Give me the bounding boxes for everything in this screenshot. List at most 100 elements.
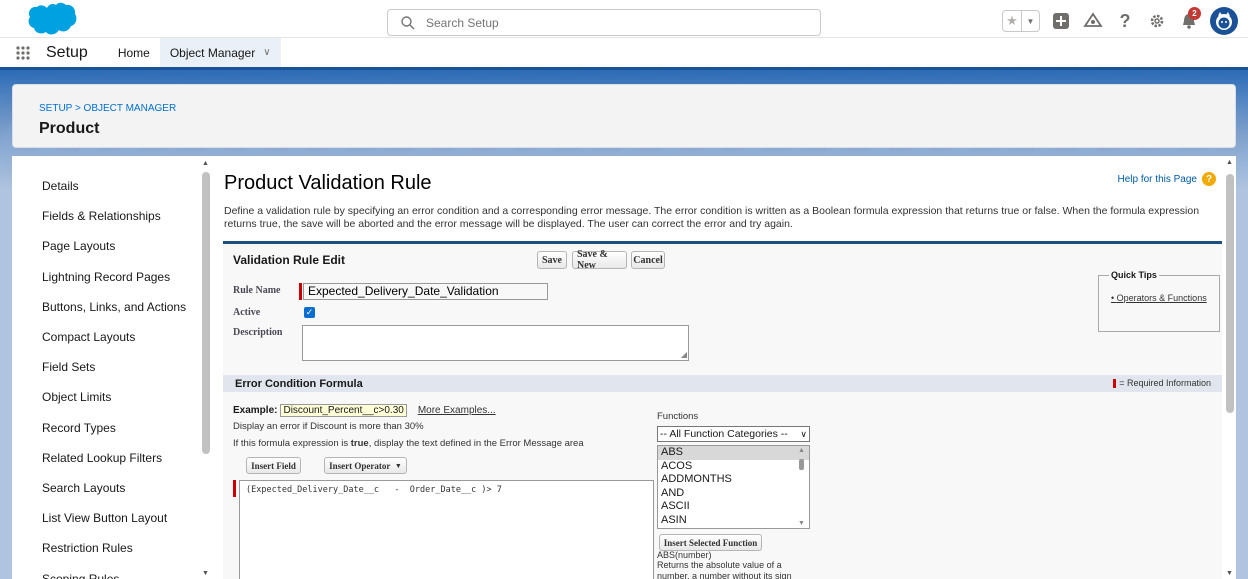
instruction-bold: true xyxy=(350,438,369,449)
tab-object-manager-label: Object Manager xyxy=(169,45,256,60)
function-list-scrollbar[interactable]: ▲ ▼ xyxy=(795,446,809,528)
formula-instruction: If this formula expression is true, disp… xyxy=(233,438,584,449)
user-avatar[interactable] xyxy=(1210,7,1238,35)
block-header: Validation Rule Edit Save Save & New Can… xyxy=(223,244,1222,272)
scroll-down-icon[interactable]: ▼ xyxy=(202,570,209,577)
chevron-down-icon[interactable]: ∨ xyxy=(263,47,270,58)
search-setup-box[interactable] xyxy=(387,9,821,36)
sidebar-item-record-types[interactable]: Record Types xyxy=(12,413,212,443)
example-row: Example: Discount_Percent__c>0.30 More E… xyxy=(233,404,496,417)
page-title: Product xyxy=(39,120,100,137)
sidebar-item-related-lookup-filters[interactable]: Related Lookup Filters xyxy=(12,443,212,473)
main-scroll-thumb[interactable] xyxy=(1226,174,1234,413)
star-icon[interactable]: ★ xyxy=(1003,11,1021,31)
notifications-bell-icon[interactable]: 2 xyxy=(1178,7,1201,32)
sidebar-item-lightning-record-pages[interactable]: Lightning Record Pages xyxy=(12,262,212,292)
help-for-page-link[interactable]: Help for this Page ? xyxy=(1117,172,1216,186)
object-sidebar: Details Fields & Relationships Page Layo… xyxy=(12,156,212,579)
function-item[interactable]: ASIN xyxy=(658,514,809,528)
function-category-select[interactable]: -- All Function Categories -- ∨ xyxy=(657,426,810,442)
tab-object-manager[interactable]: Object Manager ∨ xyxy=(159,38,281,70)
scroll-down-icon[interactable]: ▼ xyxy=(798,520,805,527)
sidebar-item-object-limits[interactable]: Object Limits xyxy=(12,382,212,412)
sidebar-item-details[interactable]: Details xyxy=(12,171,212,201)
help-question-icon: ? xyxy=(1202,172,1216,186)
dropdown-arrow-icon: ▼ xyxy=(394,461,402,470)
breadcrumb[interactable]: SETUP > OBJECT MANAGER xyxy=(39,103,1235,114)
sidebar-item-buttons-links-actions[interactable]: Buttons, Links, and Actions xyxy=(12,292,212,322)
favorites-group[interactable]: ★ ▼ xyxy=(1002,10,1040,32)
sidebar-item-page-layouts[interactable]: Page Layouts xyxy=(12,231,212,261)
save-and-new-button[interactable]: Save & New xyxy=(572,249,627,271)
sidebar-scrollbar[interactable]: ▲ ▼ xyxy=(200,158,212,579)
instruction-post: , display the text defined in the Error … xyxy=(368,438,584,449)
functions-label: Functions xyxy=(657,411,699,422)
rule-name-input[interactable]: Expected_Delivery_Date_Validation xyxy=(303,283,548,300)
sidebar-item-list-view-button-layout[interactable]: List View Button Layout xyxy=(12,503,212,533)
insert-selected-function-button[interactable]: Insert Selected Function xyxy=(659,534,762,551)
gear-icon[interactable] xyxy=(1146,10,1168,32)
active-checkbox[interactable]: ✓ xyxy=(304,307,315,318)
main-scrollbar[interactable]: ▲ ▼ xyxy=(1224,156,1236,579)
help-icon[interactable]: ? xyxy=(1114,10,1136,32)
quick-tips-box: Quick Tips • Operators & Functions xyxy=(1098,270,1220,332)
function-item[interactable]: ACOS xyxy=(658,460,809,474)
formula-editor[interactable]: (Expected_Delivery_Date__c - Order_Date_… xyxy=(239,480,654,579)
required-marker-icon xyxy=(1113,378,1117,388)
function-category-value: -- All Function Categories -- xyxy=(660,428,788,440)
error-condition-title: Error Condition Formula xyxy=(235,378,363,390)
insert-field-button[interactable]: Insert Field xyxy=(246,457,301,474)
example-code: Discount_Percent__c>0.30 xyxy=(280,404,407,417)
function-item[interactable]: AND xyxy=(658,487,809,501)
operators-functions-link[interactable]: • Operators & Functions xyxy=(1111,293,1207,303)
app-name: Setup xyxy=(46,43,88,61)
scroll-up-icon[interactable]: ▲ xyxy=(798,447,805,454)
save-button[interactable]: Save xyxy=(537,251,567,269)
object-header: SETUP > OBJECT MANAGER Product xyxy=(12,84,1236,148)
help-link-label: Help for this Page xyxy=(1117,173,1198,185)
function-list[interactable]: ABS ACOS ADDMONTHS AND ASCII ASIN ▲ ▼ xyxy=(657,445,810,529)
validation-rule-main: Product Validation Rule Help for this Pa… xyxy=(223,156,1222,579)
scroll-up-icon[interactable]: ▲ xyxy=(202,160,209,167)
global-header: ★ ▼ ? 2 xyxy=(0,0,1248,38)
notification-badge: 2 xyxy=(1188,7,1201,20)
more-examples-link[interactable]: More Examples... xyxy=(418,405,496,416)
content-card: Details Fields & Relationships Page Layo… xyxy=(12,156,1236,579)
sidebar-item-scoping-rules[interactable]: Scoping Rules xyxy=(12,563,212,579)
function-item[interactable]: ADDMONTHS xyxy=(658,473,809,487)
cancel-button[interactable]: Cancel xyxy=(631,251,665,269)
function-item[interactable]: ASCII xyxy=(658,500,809,514)
sidebar-item-restriction-rules[interactable]: Restriction Rules xyxy=(12,533,212,563)
sidebar-item-fields-relationships[interactable]: Fields & Relationships xyxy=(12,201,212,231)
search-icon xyxy=(401,15,415,29)
scroll-up-icon[interactable]: ▲ xyxy=(1226,159,1233,166)
instruction-pre: If this formula expression is xyxy=(233,438,351,449)
sidebar-scroll-thumb[interactable] xyxy=(202,172,210,454)
insert-operator-button[interactable]: Insert Operator ▼ xyxy=(324,457,407,474)
tab-home-label: Home xyxy=(117,45,150,60)
resize-grip-icon[interactable]: ◢ xyxy=(681,350,687,359)
app-launcher-icon[interactable] xyxy=(0,38,46,67)
favorites-dropdown-icon[interactable]: ▼ xyxy=(1021,11,1039,31)
validation-rule-edit-block: Validation Rule Edit Save Save & New Can… xyxy=(223,241,1222,579)
function-item[interactable]: ABS xyxy=(658,446,809,460)
tab-home[interactable]: Home xyxy=(108,38,160,67)
sidebar-item-compact-layouts[interactable]: Compact Layouts xyxy=(12,322,212,352)
required-legend-text: = Required Information xyxy=(1119,378,1211,388)
salesforce-logo[interactable] xyxy=(26,2,78,37)
trailhead-icon[interactable] xyxy=(1082,10,1104,32)
sidebar-item-field-sets[interactable]: Field Sets xyxy=(12,352,212,382)
search-input[interactable] xyxy=(426,15,806,30)
formula-required-marker xyxy=(233,480,236,497)
operators-functions-label: Operators & Functions xyxy=(1116,293,1207,303)
required-legend: = Required Information xyxy=(1113,378,1211,388)
function-list-scroll-thumb[interactable] xyxy=(799,459,804,470)
global-actions-icon[interactable] xyxy=(1050,10,1072,32)
function-signature: ABS(number) xyxy=(657,550,712,560)
sidebar-item-search-layouts[interactable]: Search Layouts xyxy=(12,473,212,503)
app-nav-bar: Setup Home Object Manager ∨ xyxy=(0,38,1248,70)
scroll-down-icon[interactable]: ▼ xyxy=(1226,570,1233,577)
function-description: Returns the absolute value of a number, … xyxy=(657,560,792,579)
validation-rule-title: Product Validation Rule xyxy=(224,172,432,194)
description-textarea[interactable]: ◢ xyxy=(302,325,689,361)
